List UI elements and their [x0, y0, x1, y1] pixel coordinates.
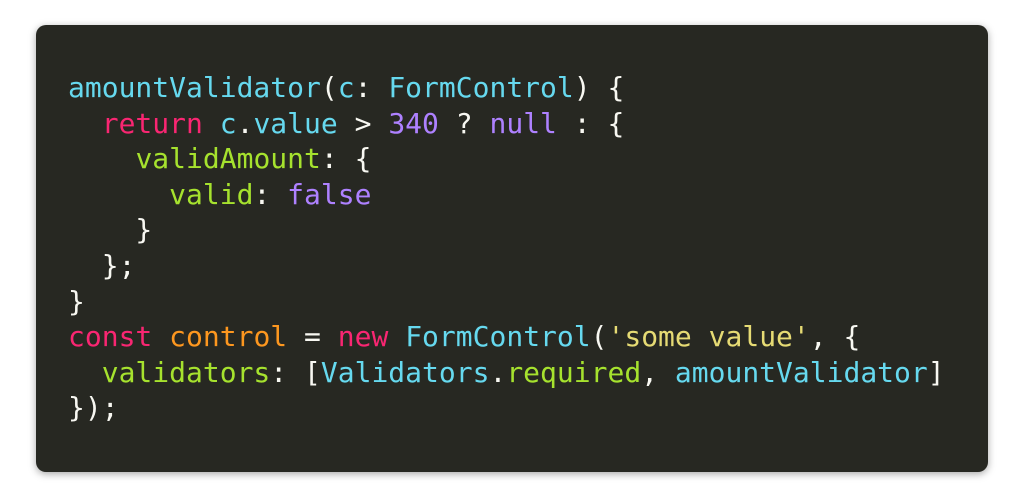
code-token: :: [354, 71, 389, 104]
code-token: , {: [809, 320, 861, 354]
code-token: validAmount: [135, 142, 321, 176]
code-line: }: [68, 284, 945, 320]
code-token: }: [68, 213, 153, 247]
code-token: null: [489, 106, 557, 140]
code-token: ?: [438, 106, 490, 140]
code-token: c: [337, 71, 355, 104]
code-token: return: [101, 106, 203, 140]
code-line: validators: [Validators.required, amount…: [68, 355, 945, 391]
code-token: valid: [169, 177, 254, 211]
code-token: 340: [388, 106, 439, 140]
code-token: required: [506, 355, 642, 389]
code-token: control: [169, 320, 288, 354]
code-token: ) {: [573, 71, 625, 104]
code-line: }: [68, 212, 945, 248]
code-token: c: [219, 106, 237, 140]
code-line: return c.value > 340 ? null : {: [68, 106, 945, 142]
code-token: };: [68, 248, 136, 282]
code-token: amountValidator: [68, 71, 321, 104]
code-line: const control = new FormControl('some va…: [68, 319, 945, 355]
code-line: };: [68, 248, 945, 284]
code-token: FormControl: [405, 320, 591, 354]
code-token: false: [287, 177, 372, 211]
code-token: =: [287, 320, 338, 354]
code-token: new: [337, 320, 389, 354]
code-token: }: [68, 284, 85, 318]
code-token: : [: [270, 355, 321, 389]
code-line: valid: false: [68, 177, 945, 213]
code-line: validAmount: {: [68, 141, 945, 177]
code-token: ]: [927, 355, 945, 389]
code-block: amountValidator(c: FormControl) { return…: [68, 70, 945, 426]
code-token: const: [68, 320, 153, 354]
code-token: });: [68, 391, 119, 425]
code-token: (: [320, 71, 338, 104]
code-line: amountValidator(c: FormControl) {: [68, 70, 945, 106]
code-token: :: [253, 177, 288, 211]
code-token: validators: [101, 355, 271, 389]
code-token: ,: [641, 355, 675, 389]
code-token: : {: [320, 142, 372, 176]
code-token: >: [337, 106, 389, 140]
code-token: value: [253, 106, 338, 140]
code-token: .: [489, 355, 507, 389]
code-token: 'some value': [607, 320, 810, 354]
code-token: FormControl: [388, 71, 574, 104]
code-token: : {: [556, 106, 625, 140]
code-line: });: [68, 390, 945, 426]
code-token: (: [590, 320, 608, 354]
code-snippet-card: amountValidator(c: FormControl) { return…: [36, 25, 988, 472]
code-token: .: [236, 106, 254, 140]
code-token: amountValidator: [674, 355, 928, 389]
code-token: Validators: [320, 355, 490, 389]
